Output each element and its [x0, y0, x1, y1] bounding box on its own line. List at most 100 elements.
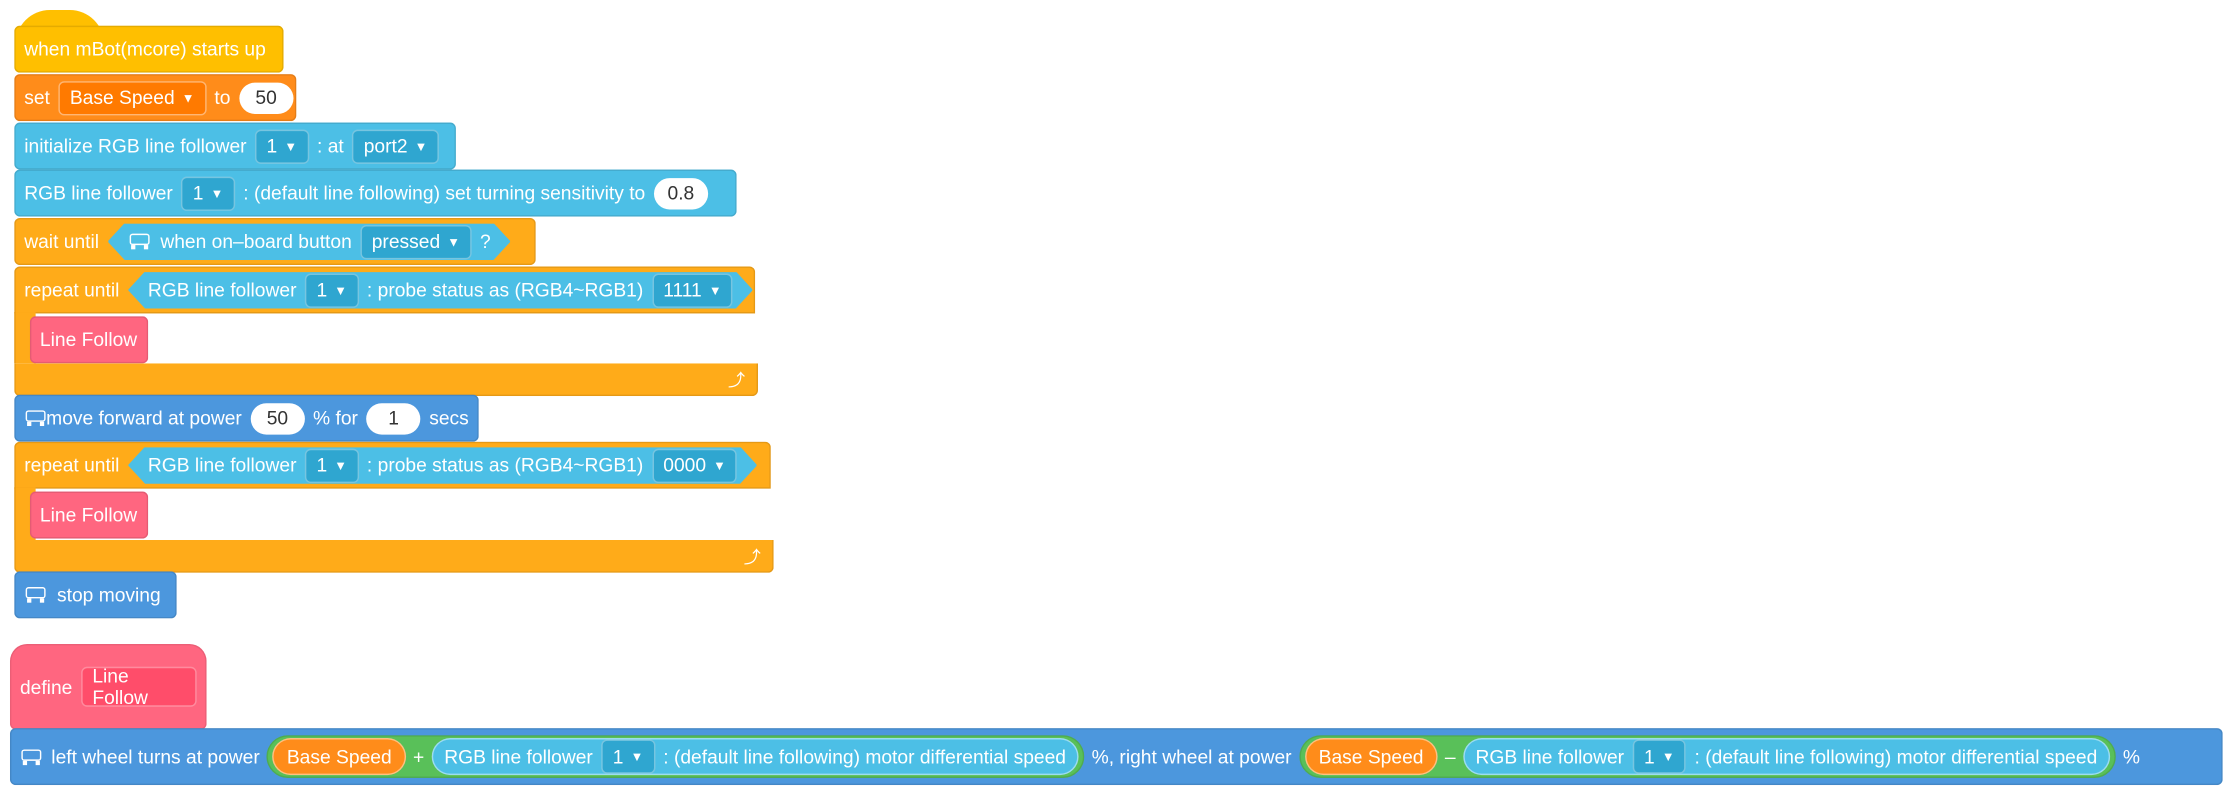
- follower-id: 1: [266, 135, 278, 157]
- init-label: initialize RGB line follower: [24, 135, 247, 157]
- button-state: pressed: [371, 230, 441, 253]
- variable-name: Base Speed: [69, 86, 175, 109]
- turning-sensitivity-block[interactable]: RGB line follower 1 ▼ : (default line fo…: [14, 169, 737, 217]
- probe-pattern: 0000: [663, 454, 707, 476]
- base-speed-reporter[interactable]: Base Speed: [272, 738, 406, 776]
- sensor-label: RGB line follower: [147, 454, 297, 476]
- mbot-icon: [24, 410, 47, 427]
- follower-id: 1: [192, 182, 204, 204]
- probe-status-condition[interactable]: RGB line follower 1 ▼ : probe status as …: [128, 271, 753, 308]
- at-label: : at: [317, 135, 344, 157]
- caret-down-icon: ▼: [414, 138, 428, 154]
- secs-input[interactable]: 1: [366, 402, 421, 434]
- differential-speed-reporter[interactable]: RGB line follower 1 ▼ : (default line fo…: [431, 738, 1079, 776]
- caret-down-icon: ▼: [334, 458, 347, 473]
- move-suffix: secs: [429, 407, 469, 429]
- call-label: Line Follow: [39, 504, 138, 526]
- hat-label: when mBot(mcore) starts up: [24, 38, 266, 60]
- follower-id-dropdown[interactable]: 1 ▼: [601, 739, 655, 774]
- procedure-name: Line Follow: [92, 665, 148, 709]
- define-label: define: [19, 676, 73, 698]
- repeat-label: repeat until: [24, 454, 120, 476]
- follower-id: 1: [1644, 745, 1655, 768]
- caret-down-icon: ▼: [708, 282, 722, 298]
- repeat-foot: ⤴: [14, 539, 774, 573]
- caret-down-icon: ▼: [713, 458, 726, 473]
- condition-text: when on–board button: [160, 230, 352, 253]
- wait-until-block[interactable]: wait until when on–board button pressed …: [14, 217, 536, 266]
- stop-label: stop moving: [56, 584, 161, 606]
- differential-speed-reporter[interactable]: RGB line follower 1 ▼ : (default line fo…: [1462, 738, 2111, 776]
- mbot-icon: [20, 748, 44, 765]
- probe-pattern: 1111: [663, 279, 702, 301]
- set-label: set: [24, 86, 50, 109]
- wheels-middle: %, right wheel at power: [1091, 745, 1292, 768]
- port-value: port2: [363, 135, 408, 157]
- sensor-label: RGB line follower: [147, 279, 297, 301]
- procedure-prototype[interactable]: Line Follow: [80, 665, 197, 709]
- move-middle: % for: [313, 407, 358, 429]
- loop-arrow-icon: ⤴: [743, 547, 761, 568]
- add-operator[interactable]: Base Speed + RGB line follower 1 ▼ : (de…: [266, 735, 1085, 778]
- caret-down-icon: ▼: [334, 282, 347, 298]
- probe-pattern-dropdown[interactable]: 1111 ▼: [652, 273, 733, 307]
- sensitivity-input[interactable]: 0.8: [653, 177, 708, 209]
- value-input[interactable]: 50: [239, 81, 294, 114]
- probe-status-condition[interactable]: RGB line follower 1 ▼ : probe status as …: [128, 447, 757, 484]
- repeat-until-block-1[interactable]: repeat until RGB line follower 1 ▼ : pro…: [14, 266, 756, 314]
- line-follow-call-block-2[interactable]: Line Follow: [29, 491, 149, 539]
- move-prefix: move forward at power: [46, 407, 242, 429]
- to-label: to: [214, 86, 231, 109]
- follower-id-dropdown[interactable]: 1 ▼: [305, 448, 358, 482]
- power-input[interactable]: 50: [250, 402, 305, 434]
- question-mark: ?: [479, 230, 491, 253]
- wheel-power-block[interactable]: left wheel turns at power Base Speed + R…: [9, 728, 2223, 786]
- line-follow-call-block-1[interactable]: Line Follow: [29, 316, 149, 364]
- subtract-operator[interactable]: Base Speed – RGB line follower 1 ▼ : (de…: [1298, 735, 2116, 778]
- port-dropdown[interactable]: port2 ▼: [352, 128, 439, 164]
- repeat-label: repeat until: [24, 279, 120, 301]
- caret-down-icon: ▼: [447, 234, 461, 249]
- loop-arrow-icon: ⤴: [728, 370, 746, 391]
- follower-id: 1: [612, 745, 624, 768]
- follower-id-dropdown[interactable]: 1 ▼: [181, 175, 235, 211]
- base-speed-reporter[interactable]: Base Speed: [1304, 738, 1438, 776]
- button-pressed-condition[interactable]: when on–board button pressed ▼ ?: [108, 223, 511, 260]
- wheels-suffix: %: [2122, 745, 2141, 768]
- move-forward-block[interactable]: move forward at power 50 % for 1 secs: [14, 394, 479, 442]
- follower-id: 1: [316, 279, 328, 301]
- define-procedure-block[interactable]: define Line Follow: [9, 644, 207, 730]
- mbot-icon: [128, 234, 152, 250]
- sensor-label: RGB line follower: [444, 745, 593, 768]
- repeat-until-block-2[interactable]: repeat until RGB line follower 1 ▼ : pro…: [14, 441, 771, 489]
- caret-down-icon: ▼: [1661, 749, 1675, 764]
- follower-id-dropdown[interactable]: 1 ▼: [255, 128, 309, 164]
- sensor-text: : (default line following) motor differe…: [1694, 745, 2098, 768]
- call-label: Line Follow: [39, 329, 138, 351]
- plus-sign: +: [413, 745, 425, 768]
- caret-down-icon: ▼: [181, 90, 195, 105]
- follower-id-dropdown[interactable]: 1 ▼: [1632, 739, 1686, 774]
- caret-down-icon: ▼: [284, 138, 298, 154]
- button-state-dropdown[interactable]: pressed ▼: [360, 224, 471, 258]
- repeat-foot: ⤴: [14, 363, 758, 397]
- probe-pattern-dropdown[interactable]: 0000 ▼: [652, 448, 737, 482]
- sensor-text: : (default line following) motor differe…: [663, 745, 1066, 768]
- set-variable-block[interactable]: set Base Speed ▼ to 50: [14, 74, 297, 122]
- caret-down-icon: ▼: [210, 185, 224, 201]
- wheels-prefix: left wheel turns at power: [51, 745, 260, 768]
- minus-sign: –: [1444, 745, 1456, 768]
- stop-moving-block[interactable]: stop moving: [14, 571, 177, 619]
- wait-label: wait until: [24, 230, 100, 253]
- mbot-icon: [24, 587, 48, 603]
- scripts-canvas: when mBot(mcore) starts up set Base Spee…: [0, 0, 2234, 802]
- follower-id: 1: [316, 454, 328, 476]
- when-starts-up-block[interactable]: when mBot(mcore) starts up: [14, 9, 284, 73]
- init-line-follower-block[interactable]: initialize RGB line follower 1 ▼ : at po…: [14, 122, 456, 170]
- probe-text: : probe status as (RGB4~RGB1): [366, 454, 644, 476]
- sensitivity-text: : (default line following) set turning s…: [243, 182, 646, 204]
- sensitivity-label: RGB line follower: [24, 182, 173, 204]
- follower-id-dropdown[interactable]: 1 ▼: [305, 273, 358, 307]
- variable-dropdown[interactable]: Base Speed ▼: [58, 80, 206, 115]
- sensor-label: RGB line follower: [1475, 745, 1625, 768]
